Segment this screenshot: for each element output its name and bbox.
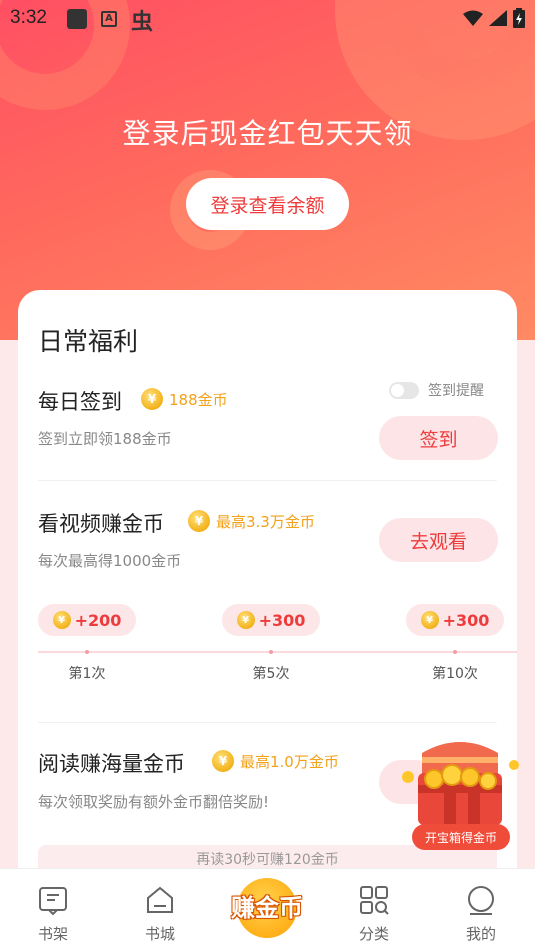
- notification-icon: [67, 9, 87, 29]
- tab-earn-coins[interactable]: 赚金币: [221, 878, 313, 938]
- tab-bookshelf[interactable]: 书架: [8, 869, 98, 952]
- video-step-reward: ¥ +200: [38, 604, 136, 636]
- video-badge-text: 最高3.3万金币: [216, 512, 315, 531]
- video-progress-timeline: [38, 651, 517, 653]
- checkin-subtitle: 签到立即领188金币: [38, 430, 172, 448]
- divider: [38, 480, 497, 481]
- reading-badge: ¥ 最高1.0万金币: [212, 750, 339, 772]
- watch-video-button[interactable]: 去观看: [379, 518, 498, 562]
- tab-category[interactable]: 分类: [329, 869, 419, 952]
- video-step-reward: ¥ +300: [406, 604, 504, 636]
- checkin-button[interactable]: 签到: [379, 416, 498, 460]
- tab-label: 书城: [144, 925, 175, 943]
- video-title: 看视频赚金币: [38, 512, 164, 536]
- status-bar: 3:32 A 虫: [0, 0, 535, 36]
- step-label: 第5次: [252, 666, 290, 682]
- coin-icon: ¥: [212, 750, 234, 772]
- bookshelf-icon: [36, 883, 70, 917]
- step-reward-text: +300: [442, 610, 490, 630]
- bookstore-icon: [143, 883, 177, 917]
- hero-title: 登录后现金红包天天领: [122, 117, 413, 150]
- step-dot: [85, 650, 89, 654]
- tab-profile[interactable]: 我的: [436, 869, 526, 952]
- checkin-badge: ¥ 188金币: [141, 388, 228, 410]
- reading-subtitle: 每次领取奖励有额外金币翻倍奖励!: [38, 793, 270, 811]
- divider: [38, 722, 497, 723]
- step-label: 第10次: [432, 666, 478, 682]
- coin-icon: ¥: [236, 611, 255, 629]
- category-icon: [357, 883, 391, 917]
- treasure-chest-icon: [402, 742, 519, 825]
- reading-badge-text: 最高1.0万金币: [240, 752, 339, 771]
- checkin-reminder-toggle[interactable]: [389, 382, 419, 399]
- tab-bookstore[interactable]: 书城: [115, 869, 205, 952]
- video-step-reward: ¥ +300: [222, 604, 320, 636]
- coin-icon: ¥: [188, 510, 210, 532]
- step-label: 第1次: [68, 666, 106, 682]
- tab-label: 赚金币: [231, 894, 303, 922]
- video-badge: ¥ 最高3.3万金币: [188, 510, 315, 532]
- checkin-reminder-label: 签到提醒: [428, 383, 484, 399]
- tab-label: 我的: [465, 925, 496, 943]
- app-notification-icon: A: [101, 11, 117, 27]
- profile-icon: [464, 883, 498, 917]
- tab-label: 分类: [358, 925, 389, 943]
- treasure-chest-label[interactable]: 开宝箱得金币: [412, 824, 510, 850]
- reading-title: 阅读赚海量金币: [38, 752, 185, 776]
- coin-icon: ¥: [420, 611, 439, 629]
- step-dot: [453, 650, 457, 654]
- coin-icon: ¥: [141, 388, 163, 410]
- login-button[interactable]: 登录查看余额: [186, 178, 349, 230]
- hero-banner: [0, 0, 535, 340]
- tab-label: 书架: [37, 925, 68, 943]
- video-subtitle: 每次最高得1000金币: [38, 552, 182, 570]
- bug-icon: 虫: [131, 10, 154, 35]
- status-time: 3:32: [10, 7, 47, 28]
- coin-icon: ¥: [52, 611, 71, 629]
- signal-icon: [489, 10, 507, 26]
- checkin-badge-text: 188金币: [169, 390, 228, 409]
- step-reward-text: +300: [258, 610, 306, 630]
- card-title: 日常福利: [38, 327, 139, 356]
- wifi-icon: [463, 10, 483, 26]
- step-dot: [269, 650, 273, 654]
- battery-icon: [513, 8, 525, 28]
- checkin-title: 每日签到: [38, 390, 122, 414]
- step-reward-text: +200: [74, 610, 122, 630]
